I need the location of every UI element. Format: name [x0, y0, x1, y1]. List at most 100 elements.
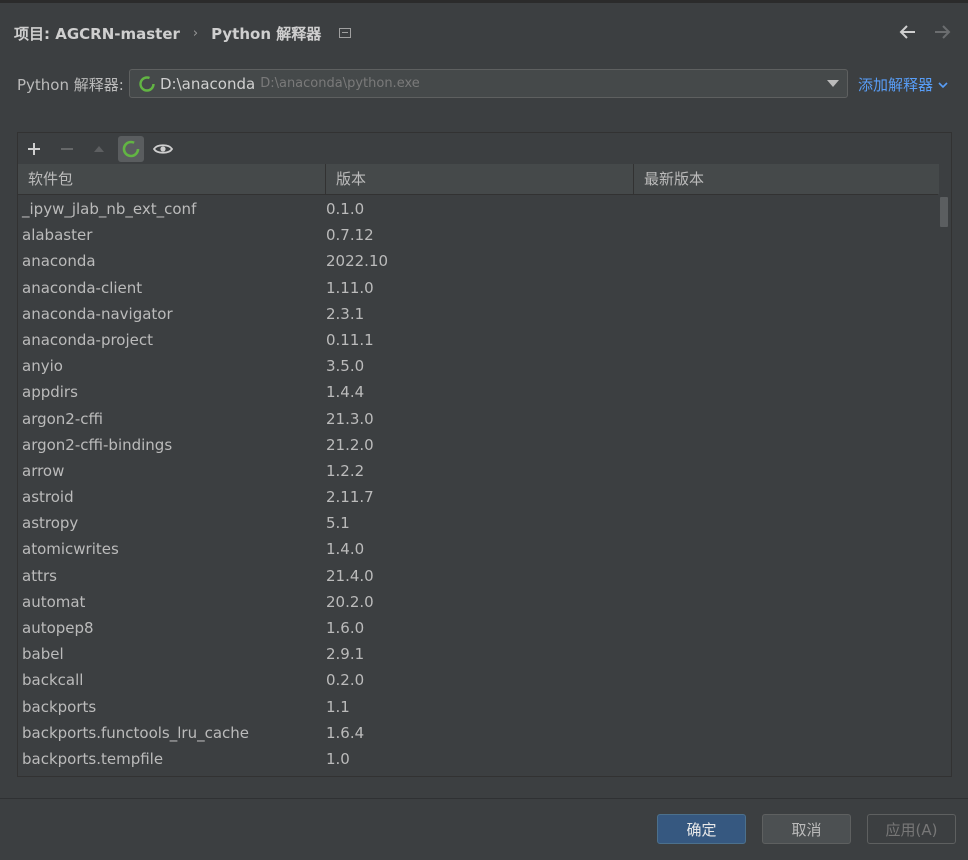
version-cell: 20.2.0	[326, 592, 374, 611]
package-name-cell: arrow	[22, 461, 65, 480]
version-cell: 21.4.0	[326, 566, 374, 585]
latest-version-cell	[374, 222, 679, 248]
table-row[interactable]: anyio 3.5.0	[18, 353, 939, 379]
table-row[interactable]: babel 2.9.1	[18, 641, 939, 667]
vertical-scrollbar[interactable]	[938, 194, 951, 776]
interpreter-label: Python 解释器:	[17, 76, 124, 94]
table-row[interactable]: anaconda-navigator 2.3.1	[18, 301, 939, 327]
table-row[interactable]: anaconda 2022.10	[18, 248, 939, 274]
ok-button[interactable]: 确定	[657, 814, 746, 844]
page-title: Python 解释器	[211, 24, 322, 43]
table-row[interactable]: autopep8 1.6.0	[18, 615, 939, 641]
add-interpreter-link[interactable]: 添加解释器	[858, 74, 948, 95]
packages-panel: 软件包 版本 最新版本 _ipyw_jlab_nb_ext_conf 0.1.0 a…	[17, 132, 952, 777]
table-row[interactable]: backports.functools_lru_cache 1.6.4	[18, 720, 939, 746]
package-name-cell: babel	[22, 645, 64, 664]
latest-version-cell	[364, 379, 669, 405]
forward-button[interactable]	[932, 22, 952, 42]
table-row[interactable]: argon2-cffi 21.3.0	[18, 406, 939, 432]
latest-version-cell	[374, 327, 679, 353]
table-row[interactable]: attrs 21.4.0	[18, 563, 939, 589]
version-cell: 0.7.12	[326, 226, 374, 245]
table-row[interactable]: atomicwrites 1.4.0	[18, 536, 939, 562]
package-name-cell: argon2-cffi-bindings	[22, 435, 173, 454]
table-row[interactable]: automat 20.2.0	[18, 589, 939, 615]
version-cell: 21.3.0	[326, 409, 374, 428]
package-name-cell: backports	[22, 697, 97, 716]
breadcrumb-project[interactable]: 项目: AGCRN-master	[14, 23, 180, 44]
show-early-releases-button[interactable]	[150, 136, 176, 162]
table-row[interactable]: astropy 5.1	[18, 510, 939, 536]
pin-icon[interactable]	[339, 28, 352, 38]
version-cell: 0.11.1	[326, 330, 374, 349]
arrow-right-icon	[935, 25, 951, 39]
package-name-cell: anaconda	[22, 252, 96, 271]
table-row[interactable]: backcall 0.2.0	[18, 667, 939, 693]
package-name-cell: astropy	[22, 514, 79, 533]
table-row[interactable]: astroid 2.11.7	[18, 484, 939, 510]
latest-version-cell	[364, 641, 669, 667]
eye-icon	[153, 144, 173, 154]
version-cell: 1.4.0	[326, 540, 365, 559]
apply-button[interactable]: 应用(A)	[867, 814, 956, 844]
latest-version-cell	[364, 458, 669, 484]
back-button[interactable]	[898, 22, 918, 42]
version-cell: 2.9.1	[326, 645, 365, 664]
window-top-edge	[0, 0, 968, 3]
version-cell: 2.3.1	[326, 304, 365, 323]
cancel-button[interactable]: 取消	[762, 814, 851, 844]
minus-icon	[61, 148, 73, 150]
table-row[interactable]: appdirs 1.4.4	[18, 379, 939, 405]
latest-version-cell	[350, 746, 655, 772]
package-name-cell: anaconda-client	[22, 278, 143, 297]
scrollbar-thumb[interactable]	[940, 197, 948, 227]
table-row[interactable]: alabaster 0.7.12	[18, 222, 939, 248]
breadcrumb-separator: ›	[192, 25, 199, 41]
breadcrumb: 项目: AGCRN-master › Python 解释器	[14, 22, 352, 44]
table-row[interactable]: _ipyw_jlab_nb_ext_conf 0.1.0	[18, 196, 939, 222]
package-name-cell: attrs	[22, 566, 57, 585]
table-row[interactable]: anaconda-client 1.11.0	[18, 275, 939, 301]
package-name-cell: _ipyw_jlab_nb_ext_conf	[22, 200, 197, 218]
latest-version-cell	[374, 275, 679, 301]
version-cell: 2022.10	[326, 252, 389, 271]
latest-version-cell	[364, 196, 669, 222]
latest-version-cell	[364, 353, 669, 379]
version-cell: 1.2.2	[326, 461, 365, 480]
latest-version-cell	[364, 536, 669, 562]
footer-divider	[0, 798, 968, 799]
latest-version-cell	[388, 248, 693, 274]
table-row[interactable]: backports 1.1	[18, 694, 939, 720]
latest-version-cell	[364, 720, 669, 746]
package-name-cell: backports.tempfile	[22, 749, 164, 768]
latest-version-cell	[374, 406, 679, 432]
version-cell: 0.1.0	[326, 200, 365, 218]
column-header-version[interactable]: 版本	[326, 164, 634, 194]
table-row[interactable]: arrow 1.2.2	[18, 458, 939, 484]
loading-spinner-icon	[139, 75, 155, 92]
table-row[interactable]: backports.tempfile 1.0	[18, 746, 939, 772]
refresh-spinner-icon	[122, 140, 140, 158]
upgrade-package-button[interactable]	[86, 136, 112, 162]
latest-version-cell	[374, 432, 679, 458]
latest-version-cell	[374, 589, 679, 615]
table-row[interactable]: anaconda-project 0.11.1	[18, 327, 939, 353]
interpreter-path: D:\anaconda\python.exe	[260, 76, 420, 91]
interpreter-select[interactable]: D:\anaconda D:\anaconda\python.exe	[129, 69, 848, 98]
package-name-cell: appdirs	[22, 383, 78, 402]
package-name-cell: automat	[22, 592, 86, 611]
column-header-latest-version[interactable]: 最新版本	[634, 164, 939, 194]
column-header-package[interactable]: 软件包	[18, 164, 326, 194]
install-package-button[interactable]	[21, 136, 47, 162]
version-cell: 21.2.0	[326, 435, 374, 454]
version-cell: 1.11.0	[326, 278, 374, 297]
table-row[interactable]: argon2-cffi-bindings 21.2.0	[18, 432, 939, 458]
dropdown-arrow-icon	[827, 80, 839, 87]
version-cell: 1.0	[326, 749, 350, 768]
plus-icon	[28, 143, 40, 155]
uninstall-package-button[interactable]	[54, 136, 80, 162]
refresh-button[interactable]	[118, 136, 144, 162]
package-name-cell: atomicwrites	[22, 540, 119, 559]
package-name-cell: alabaster	[22, 226, 93, 245]
package-name-cell: autopep8	[22, 619, 94, 637]
